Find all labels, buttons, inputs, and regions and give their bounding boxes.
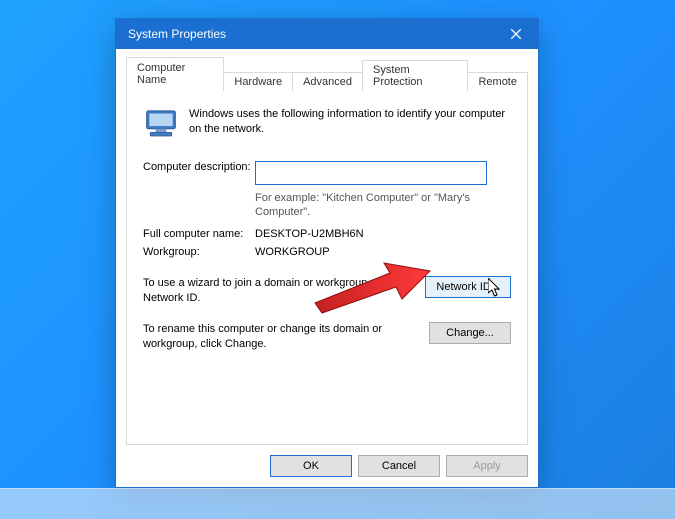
taskbar[interactable]: [0, 488, 675, 519]
intro-text: Windows uses the following information t…: [189, 107, 511, 137]
desktop: System Properties Computer Name Hardware…: [0, 0, 675, 519]
change-message: To rename this computer or change its do…: [143, 322, 429, 352]
close-icon: [511, 29, 521, 39]
network-id-button[interactable]: Network ID...: [425, 276, 511, 298]
network-id-row: To use a wizard to join a domain or work…: [143, 276, 511, 306]
description-hint: For example: "Kitchen Computer" or "Mary…: [255, 191, 511, 221]
tab-remote[interactable]: Remote: [467, 72, 528, 91]
intro-row: Windows uses the following information t…: [143, 107, 511, 143]
fullname-value: DESKTOP-U2MBH6N: [255, 228, 511, 240]
close-button[interactable]: [493, 19, 538, 49]
workgroup-label: Workgroup:: [143, 246, 255, 258]
description-row: Computer description:: [143, 161, 511, 185]
apply-button[interactable]: Apply: [446, 455, 528, 477]
cancel-button[interactable]: Cancel: [358, 455, 440, 477]
titlebar[interactable]: System Properties: [116, 19, 538, 49]
change-button[interactable]: Change...: [429, 322, 511, 344]
tab-advanced[interactable]: Advanced: [292, 72, 363, 91]
workgroup-row: Workgroup: WORKGROUP: [143, 246, 511, 258]
dialog-footer: OK Cancel Apply: [126, 445, 528, 477]
tab-system-protection[interactable]: System Protection: [362, 60, 468, 91]
description-hint-row: For example: "Kitchen Computer" or "Mary…: [143, 191, 511, 221]
workgroup-value: WORKGROUP: [255, 246, 511, 258]
fullname-row: Full computer name: DESKTOP-U2MBH6N: [143, 228, 511, 240]
tabpanel-computer-name: Windows uses the following information t…: [126, 90, 528, 445]
window-title: System Properties: [128, 27, 493, 41]
tabstrip: Computer Name Hardware Advanced System P…: [126, 57, 528, 91]
ok-button[interactable]: OK: [270, 455, 352, 477]
tab-hardware[interactable]: Hardware: [223, 72, 293, 91]
client-area: Computer Name Hardware Advanced System P…: [116, 49, 538, 487]
system-properties-window: System Properties Computer Name Hardware…: [115, 18, 539, 488]
description-label: Computer description:: [143, 161, 255, 173]
description-input[interactable]: [255, 161, 487, 185]
tab-computer-name[interactable]: Computer Name: [126, 57, 224, 91]
change-row: To rename this computer or change its do…: [143, 322, 511, 352]
network-id-message: To use a wizard to join a domain or work…: [143, 276, 425, 306]
fullname-label: Full computer name:: [143, 228, 255, 240]
computer-icon: [143, 109, 179, 143]
